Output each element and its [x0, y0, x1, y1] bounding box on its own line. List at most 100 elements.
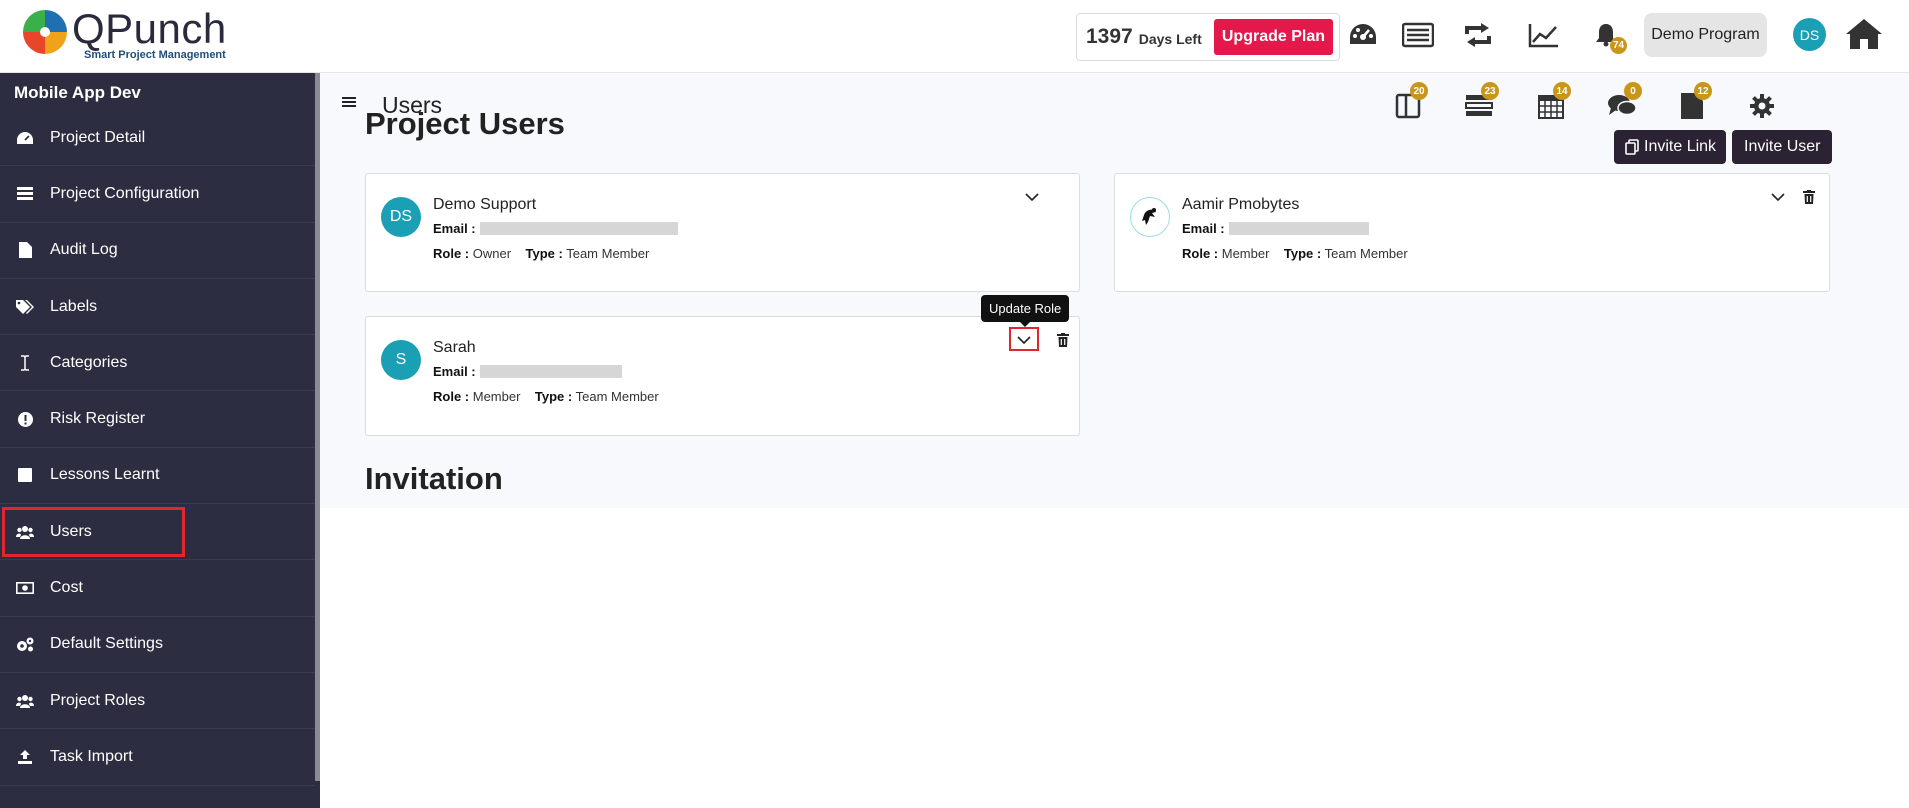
program-selector-button[interactable]: Demo Program [1644, 13, 1767, 57]
subscription-days-box: 1397 Days Left Upgrade Plan [1076, 13, 1340, 61]
settings-gear-icon[interactable] [1745, 89, 1779, 123]
qpunch-logo[interactable]: QPunch Smart Project Management [20, 7, 227, 61]
user-email: Email : [433, 364, 622, 379]
list-stack-icon[interactable]: 23 [1462, 82, 1499, 123]
notification-count-badge: 74 [1610, 37, 1627, 54]
user-role-line: Role : Member Type : Team Member [433, 389, 659, 404]
sidebar-item-label: Project Detail [50, 128, 146, 146]
user-avatar: DS [381, 197, 421, 237]
trash-icon[interactable] [1053, 329, 1073, 351]
money-icon [0, 582, 50, 595]
tasks-count-badge: 20 [1410, 82, 1428, 100]
user-card: S Sarah Email : Role : Member Type : Tea… [365, 316, 1080, 436]
sidebar-item-label: Project Roles [50, 691, 146, 709]
chevron-down-icon[interactable] [1013, 329, 1035, 351]
sidebar-item-label: Cost [50, 579, 83, 597]
copy-link-icon [1625, 139, 1639, 155]
chevron-down-icon[interactable] [1767, 186, 1789, 208]
user-name: Sarah [433, 339, 476, 356]
sidebar-project-name: Mobile App Dev [14, 83, 141, 102]
invite-link-label: Invite Link [1644, 138, 1717, 155]
list-view-icon[interactable] [1401, 18, 1435, 52]
dashboard-icon[interactable] [1346, 18, 1380, 52]
project-users-heading: Project Users [365, 106, 565, 141]
invite-link-button[interactable]: Invite Link [1614, 130, 1727, 164]
sidebar-item-risk-register[interactable]: Risk Register [0, 391, 315, 448]
text-cursor-icon [0, 355, 50, 371]
user-email: Email : [433, 221, 678, 236]
type-label: Type : [525, 246, 563, 261]
sidebar-item-label: Lessons Learnt [50, 466, 160, 484]
user-role-line: Role : Owner Type : Team Member [433, 246, 649, 261]
sidebar-item-task-import[interactable]: Task Import [0, 729, 315, 786]
trash-icon[interactable] [1799, 186, 1819, 208]
top-header: QPunch Smart Project Management 1397 Day… [0, 0, 1909, 73]
sidebar-item-label: Labels [50, 297, 98, 315]
upload-icon [0, 749, 50, 764]
brand-tagline: Smart Project Management [84, 49, 226, 61]
chevron-down-icon[interactable] [1021, 186, 1043, 208]
sidebar-item-labels[interactable]: Labels [0, 279, 315, 336]
sidebar-menu: Project Detail Project Configuration Aud… [0, 110, 315, 786]
calendar-count-badge: 14 [1553, 82, 1571, 100]
sidebar-item-label: Users [50, 522, 92, 540]
sidebar-item-categories[interactable]: Categories [0, 335, 315, 392]
cogs-icon [0, 637, 50, 652]
user-email: Email : [1182, 221, 1369, 236]
chart-line-icon[interactable] [1527, 18, 1561, 52]
email-label: Email : [1182, 221, 1225, 236]
sidebar-item-audit-log[interactable]: Audit Log [0, 223, 315, 279]
user-role-line: Role : Member Type : Team Member [1182, 246, 1408, 261]
calendar-icon[interactable]: 14 [1534, 82, 1571, 123]
files-icon[interactable]: 12 [1675, 82, 1712, 123]
invite-user-button[interactable]: Invite User [1732, 130, 1833, 164]
exclamation-icon [0, 411, 50, 427]
users-icon [0, 525, 50, 539]
config-icon [0, 186, 50, 201]
user-avatar-image [1130, 197, 1170, 237]
list-count-badge: 23 [1481, 82, 1499, 100]
type-value: Team Member [566, 246, 650, 261]
user-name: Aamir Pmobytes [1182, 196, 1300, 213]
tags-icon [0, 299, 50, 314]
main-content: Users 20 23 14 0 12 Project Users Invite… [320, 73, 1909, 508]
user-card: Aamir Pmobytes Email : Role : Member Typ… [1114, 173, 1830, 292]
users-icon [0, 694, 50, 708]
dashboard-icon [0, 131, 50, 145]
notifications-bell-icon[interactable]: 74 [1589, 18, 1627, 54]
redacted-email [479, 222, 678, 235]
invitation-heading: Invitation [365, 461, 503, 496]
days-left-label: Days Left [1138, 31, 1202, 47]
sidebar-item-project-configuration[interactable]: Project Configuration [0, 166, 315, 223]
square-icon [0, 468, 50, 483]
user-avatar[interactable]: DS [1793, 18, 1826, 51]
email-label: Email : [433, 221, 476, 236]
brand-name: QPunch [72, 5, 227, 52]
upgrade-plan-button[interactable]: Upgrade Plan [1213, 19, 1333, 55]
tasks-board-icon[interactable]: 20 [1391, 82, 1428, 123]
sidebar-item-project-detail[interactable]: Project Detail [0, 110, 315, 167]
user-name: Demo Support [433, 196, 537, 213]
type-value: Team Member [575, 389, 659, 404]
user-avatar: S [381, 340, 421, 380]
update-role-tooltip: Update Role [981, 295, 1070, 327]
sidebar: Mobile App Dev Project Detail Project Co… [0, 73, 320, 808]
logo-mark-icon [23, 10, 67, 54]
sidebar-item-lessons-learnt[interactable]: Lessons Learnt [0, 448, 315, 505]
sidebar-item-project-roles[interactable]: Project Roles [0, 673, 315, 730]
role-label: Role : [1182, 246, 1219, 261]
type-value: Team Member [1324, 246, 1408, 261]
comments-count-badge: 0 [1624, 82, 1642, 100]
sidebar-item-cost[interactable]: Cost [0, 560, 315, 617]
sync-icon[interactable] [1461, 18, 1495, 52]
files-count-badge: 12 [1694, 82, 1712, 100]
role-value: Member [1221, 246, 1270, 261]
hamburger-menu-icon[interactable] [342, 95, 356, 114]
sidebar-item-default-settings[interactable]: Default Settings [0, 617, 315, 673]
type-label: Type : [1283, 246, 1322, 261]
sidebar-item-users[interactable]: Users [0, 504, 315, 561]
home-icon[interactable] [1843, 14, 1885, 54]
role-value: Member [472, 389, 521, 404]
email-label: Email : [433, 364, 476, 379]
comments-icon[interactable]: 0 [1605, 82, 1642, 123]
